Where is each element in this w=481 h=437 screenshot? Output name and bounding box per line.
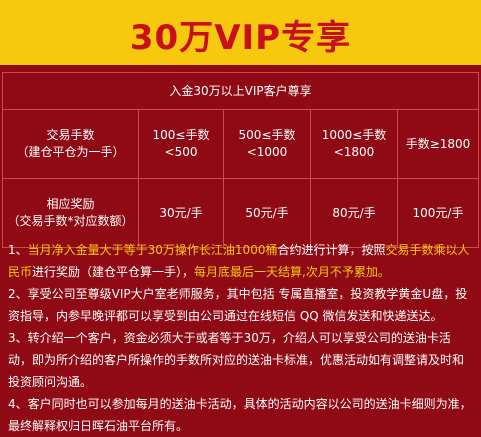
vip-promo-panel: 30万VIP专享 入金30万以上VIP客户尊享 交易手数 （建仓平仓为一手） 1… [0, 0, 481, 433]
terms-list: 1、当月净入金量大于等于30万操作长江油1000桶合约进行计算，按照交易手数乘以… [2, 229, 479, 437]
table-header-row: 入金30万以上VIP客户尊享 [2, 72, 479, 110]
table-header: 入金30万以上VIP客户尊享 [2, 72, 479, 110]
row-label-lots: 交易手数 （建仓平仓为一手） [2, 109, 139, 179]
term-1: 1、当月净入金量大于等于30万操作长江油1000桶合约进行计算，按照交易手数乘以… [8, 243, 470, 279]
lots-tier-2: 500≤手数 <1000 [223, 109, 311, 179]
term-4: 4、客户同时也可以参加每月的送油卡活动，具体的活动内容以公司的送油卡细则为准，最… [8, 397, 472, 433]
reward-table: 入金30万以上VIP客户尊享 交易手数 （建仓平仓为一手） 100≤手数 <50… [2, 72, 479, 248]
lots-tier-4: 手数≥1800 [397, 109, 479, 179]
lots-tier-1: 100≤手数 <500 [138, 109, 224, 179]
page-title: 30万VIP专享 [129, 18, 352, 58]
term-3: 3、转介绍一个客户，资金必须大于或者等于30万，介绍人可以享受公司的送油卡活动，… [8, 331, 465, 389]
term-2: 2、享受公司至尊级VIP大户室老师服务，其中包括 专属直播室，投资教学黄金U盘，… [8, 287, 468, 323]
lots-tier-3: 1000≤手数 <1800 [310, 109, 398, 179]
table-row: 交易手数 （建仓平仓为一手） 100≤手数 <500 500≤手数 <1000 … [2, 109, 479, 179]
